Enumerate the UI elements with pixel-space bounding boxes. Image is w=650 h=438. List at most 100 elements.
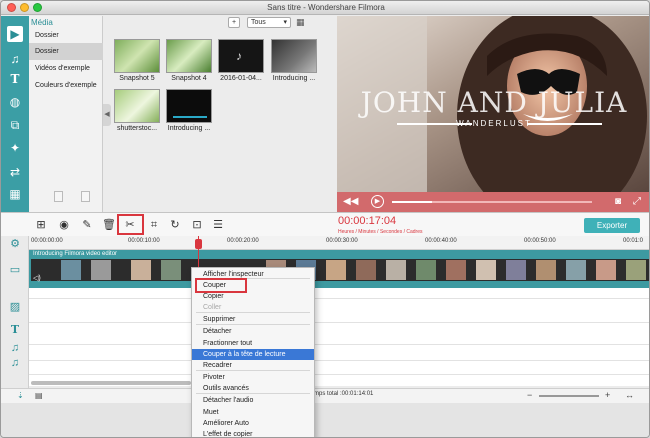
clip-frame (416, 260, 436, 280)
media-filter-value: Tous (251, 19, 266, 26)
media-thumbnail[interactable] (166, 39, 212, 73)
import-folder-icon[interactable] (54, 191, 63, 202)
clip-frame (596, 260, 616, 280)
clip-frame (506, 260, 526, 280)
chevron-down-icon: ▾ (283, 19, 287, 26)
media-thumbnail-label: Introducing ... (167, 125, 211, 132)
clip-frame (356, 260, 376, 280)
fullscreen-icon[interactable]: ⤢ (633, 196, 641, 207)
media-thumbnail[interactable] (166, 89, 212, 123)
overlay-icon[interactable]: ⧉ (7, 117, 23, 133)
media-thumbnail-label: 2016-01-04... (220, 75, 262, 82)
rotate-icon[interactable]: ↻ (168, 218, 182, 232)
track-divider (29, 344, 649, 345)
menu-item[interactable]: Supprimer (192, 314, 314, 325)
clip-frame (326, 260, 346, 280)
media-thumbnail[interactable] (114, 89, 160, 123)
image-track-icon: ▨ (9, 301, 21, 313)
media-thumbnail[interactable]: ♪ (218, 39, 264, 73)
menu-item[interactable]: Outils avancés (192, 383, 314, 394)
timeline-ruler[interactable]: 00:00:00:00 00:00:10:00 00:00:20:00 00:0… (29, 236, 649, 250)
playhead-handle[interactable] (195, 239, 202, 249)
category-header: Média (31, 18, 53, 27)
edit-icon[interactable]: ✎ (80, 218, 94, 232)
text-track-icon: T (10, 323, 20, 336)
clip-frame (161, 260, 181, 280)
menu-item[interactable]: Muet (192, 407, 314, 418)
category-item[interactable]: Couleurs d'exemple (29, 77, 103, 94)
record-icon[interactable]: ◉ (57, 218, 71, 232)
track-divider (29, 374, 649, 375)
split-screen-icon[interactable]: ▦ (7, 186, 23, 202)
track-settings-icon[interactable]: ⚙ (9, 238, 21, 250)
preview-progress-track[interactable] (392, 201, 592, 203)
media-thumbnail-label: Snapshot 5 (119, 75, 155, 82)
ruler-tick-label: 00:00:20:00 (227, 238, 259, 244)
grid-view-icon[interactable]: ▦ (296, 17, 307, 28)
media-icon[interactable]: ▶ (7, 26, 23, 42)
export-button[interactable]: Exporter (584, 218, 640, 233)
collapse-panel-button[interactable]: ◀ (103, 104, 111, 126)
settings-icon[interactable]: ☰ (211, 218, 225, 232)
preview-title-text: JOHN AND JULIA (360, 86, 628, 119)
media-thumbnail-label: Introducing ... (272, 75, 316, 82)
text-icon[interactable]: T (7, 71, 23, 87)
ruler-tick-label: 00:00:10:00 (128, 238, 160, 244)
media-thumbnail-label: Snapshot 4 (171, 75, 207, 82)
menu-item[interactable]: Pivoter (192, 372, 314, 383)
app-window: Sans titre - Wondershare Filmora ▶ ♫ T ◍… (0, 0, 650, 438)
ruler-tick-label: 00:01:0 (623, 238, 644, 244)
filter-icon[interactable]: ◍ (7, 94, 23, 110)
clip-frame (131, 260, 151, 280)
music-track-icon: ♫ (10, 342, 20, 354)
menu-item: Coller (203, 304, 222, 311)
preview-subtitle-text: WANDERLUST (456, 119, 532, 128)
media-thumbnail[interactable] (271, 39, 317, 73)
split-tool-highlight (117, 214, 144, 235)
add-media-button[interactable]: + (228, 17, 240, 28)
add-track-icon[interactable]: ⊞ (34, 218, 48, 232)
music-icon[interactable]: ♫ (7, 51, 23, 67)
thumbnail-progress (173, 116, 207, 118)
zoom-out-icon[interactable]: − (527, 390, 532, 400)
storyboard-icon[interactable]: ⇣ (17, 391, 24, 400)
menu-item[interactable]: Détacher (192, 326, 314, 337)
grid-icon[interactable]: ▤ (35, 391, 43, 400)
crop-icon[interactable]: ⌗ (147, 218, 161, 232)
menu-item[interactable]: Couper à la tête de lecture (192, 349, 314, 360)
zoom-in-icon[interactable]: + (605, 390, 610, 400)
delete-icon[interactable]: 🗑 (102, 218, 116, 232)
preview-controls: ◀◀ ▶ ◙ ⤢ (337, 192, 649, 212)
couper-highlight (195, 278, 247, 293)
timeline-scrollbar[interactable] (31, 381, 191, 385)
video-track-icon: ▭ (9, 264, 21, 276)
menu-item[interactable]: Recadrer (192, 360, 314, 371)
play-icon[interactable]: ▶ (371, 195, 384, 208)
elements-icon[interactable]: ✦ (7, 140, 23, 156)
media-thumbnail[interactable] (114, 39, 160, 73)
category-item[interactable]: Dossier (29, 27, 103, 44)
rewind-icon[interactable]: ◀◀ (343, 196, 358, 207)
media-filter-select[interactable]: Tous ▾ (247, 17, 291, 28)
ruler-tick-label: 00:00:00:00 (31, 238, 63, 244)
window-title: Sans titre - Wondershare Filmora (267, 3, 385, 12)
menu-item[interactable]: Fractionner tout (192, 338, 314, 349)
media-library: + Tous ▾ ▦ Snapshot 5 Snapshot 4 ♪ 2016-… (103, 16, 336, 212)
zoom-slider[interactable] (539, 395, 599, 397)
menu-item[interactable]: Détacher l'audio (192, 395, 314, 406)
track-divider (29, 360, 649, 361)
clip-frame (91, 260, 111, 280)
category-item[interactable]: Vidéos d'exemple (29, 60, 103, 77)
category-item[interactable]: Dossier (29, 43, 103, 60)
voiceover-icon[interactable]: ⊡ (190, 218, 204, 232)
fit-icon[interactable]: ↔ (625, 390, 634, 400)
new-folder-icon[interactable] (81, 191, 90, 202)
transition-icon[interactable]: ⇄ (7, 164, 23, 180)
video-clip[interactable] (31, 259, 649, 281)
snapshot-icon[interactable]: ◙ (615, 196, 621, 207)
speaker-icon[interactable]: ◁) (33, 274, 41, 282)
menu-item[interactable]: L'effet de copier (192, 429, 314, 437)
clip-frame (386, 260, 406, 280)
menu-item[interactable]: Améliorer Auto (192, 418, 314, 429)
total-duration: mps total :00:01:14:01 (314, 391, 374, 397)
